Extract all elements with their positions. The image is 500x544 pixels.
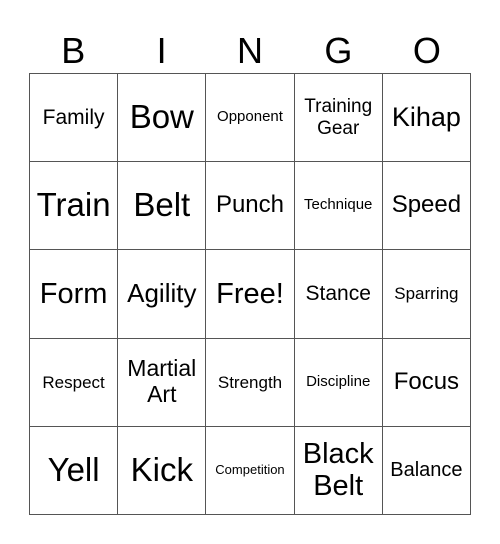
bingo-cell[interactable]: Kick — [118, 426, 207, 515]
bingo-cell[interactable]: Bow — [118, 74, 207, 163]
bingo-cell[interactable]: Train — [30, 162, 119, 251]
bingo-cell[interactable]: Respect — [30, 338, 119, 427]
bingo-cell[interactable]: Stance — [294, 250, 383, 339]
bingo-cell[interactable]: Form — [30, 250, 119, 339]
bingo-cell[interactable]: Family — [30, 74, 119, 163]
bingo-cell[interactable]: Balance — [382, 426, 471, 515]
header-letter-i: I — [156, 30, 167, 71]
bingo-cell[interactable]: Punch — [206, 162, 295, 251]
bingo-cell[interactable]: Strength — [206, 338, 295, 427]
bingo-cell[interactable]: Martial Art — [118, 338, 207, 427]
bingo-cell[interactable]: Speed — [382, 162, 471, 251]
bingo-cell[interactable]: Opponent — [206, 74, 295, 163]
header-letter-n: N — [237, 30, 264, 71]
bingo-grid: Family Bow Opponent Training Gear Kihap … — [29, 73, 471, 515]
bingo-cell[interactable]: Yell — [30, 426, 119, 515]
bingo-cell[interactable]: Technique — [294, 162, 383, 251]
bingo-cell[interactable]: Focus — [382, 338, 471, 427]
header-letter-b: B — [61, 30, 86, 71]
bingo-cell[interactable]: Discipline — [294, 338, 383, 427]
bingo-cell[interactable]: Training Gear — [294, 74, 383, 163]
bingo-cell[interactable]: Competition — [206, 426, 295, 515]
bingo-cell[interactable]: Belt — [118, 162, 207, 251]
header-letter-o: O — [412, 30, 441, 71]
bingo-cell[interactable]: Sparring — [382, 250, 471, 339]
bingo-cell[interactable]: Black Belt — [294, 426, 383, 515]
bingo-cell free-space[interactable]: Free! — [206, 250, 295, 339]
bingo-header: B I N G O — [29, 28, 471, 73]
bingo-cell[interactable]: Kihap — [382, 74, 471, 163]
header-letter-g: G — [324, 30, 353, 71]
bingo-cell[interactable]: Agility — [118, 250, 207, 339]
